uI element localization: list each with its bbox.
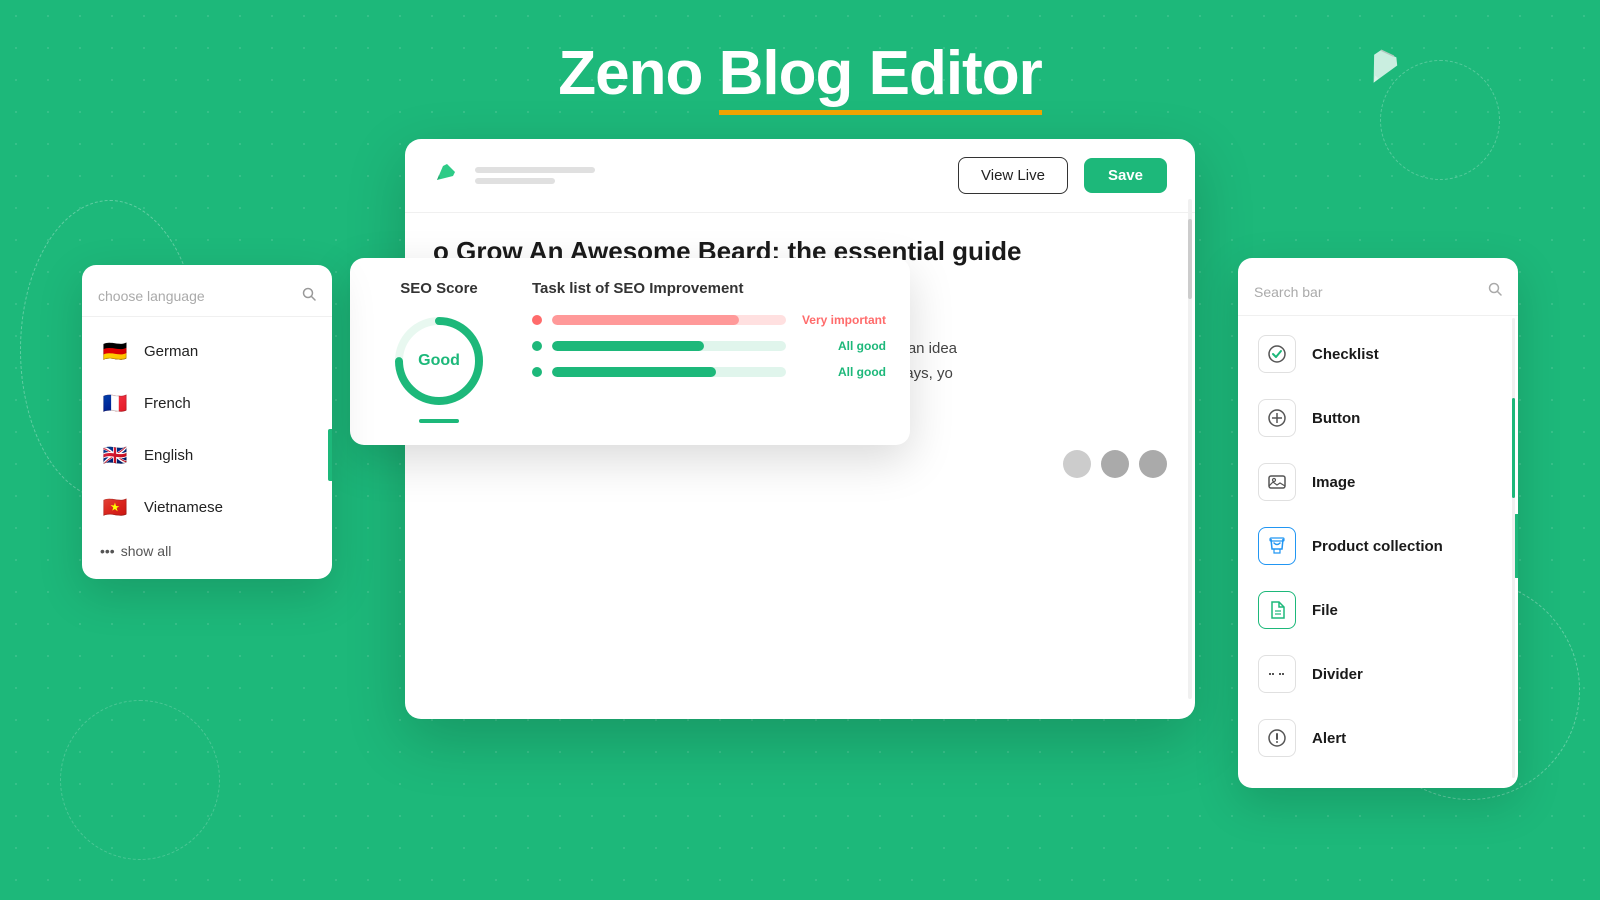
language-dropdown: choose language 🇩🇪 German 🇫🇷 French 🇬🇧 E…	[82, 265, 332, 579]
footer-dot-2	[1101, 450, 1129, 478]
english-label: English	[144, 447, 193, 464]
widget-item-product-collection[interactable]: Product collection	[1238, 514, 1518, 578]
editor-scrollbar-thumb[interactable]	[1188, 219, 1192, 299]
task-bar-bg-3	[552, 367, 786, 377]
divider-label: Divider	[1312, 666, 1363, 683]
alert-icon	[1258, 719, 1296, 757]
toolbar-line-2	[475, 178, 555, 184]
divider-icon	[1258, 655, 1296, 693]
french-label: French	[144, 395, 191, 412]
checklist-label: Checklist	[1312, 346, 1379, 363]
english-flag: 🇬🇧	[100, 440, 130, 470]
seo-bar-indicator	[419, 419, 459, 423]
vietnamese-flag: 🇻🇳	[100, 492, 130, 522]
task-dot-1	[532, 315, 542, 325]
german-flag: 🇩🇪	[100, 336, 130, 366]
task-bar-fill-2	[552, 341, 704, 351]
product-collection-label: Product collection	[1312, 538, 1443, 555]
language-item-german[interactable]: 🇩🇪 German	[82, 325, 332, 377]
widget-scrollbar[interactable]	[1512, 318, 1515, 778]
seo-tasks-section: Task list of SEO Improvement Very import…	[532, 280, 886, 423]
vietnamese-label: Vietnamese	[144, 499, 223, 516]
show-all-languages[interactable]: ••• show all	[82, 533, 332, 569]
seo-score-label: Good	[418, 352, 460, 370]
task-row-3: All good	[532, 365, 886, 379]
product-collection-icon	[1258, 527, 1296, 565]
show-all-dots: •••	[100, 543, 115, 559]
task-bar-fill-3	[552, 367, 716, 377]
widget-item-divider[interactable]: Divider	[1238, 642, 1518, 706]
seo-title: SEO Score	[374, 280, 504, 297]
language-search-row: choose language	[82, 281, 332, 317]
seo-task-title: Task list of SEO Improvement	[532, 280, 886, 297]
header: Zeno Blog Editor	[0, 0, 1600, 139]
view-live-button[interactable]: View Live	[958, 157, 1068, 194]
task-dot-3	[532, 367, 542, 377]
german-label: German	[144, 343, 198, 360]
widget-scrollbar-thumb[interactable]	[1512, 398, 1515, 498]
toolbar-line-1	[475, 167, 595, 173]
seo-score-section: SEO Score Good	[374, 280, 504, 423]
widget-item-checklist[interactable]: Checklist	[1238, 322, 1518, 386]
button-icon	[1258, 399, 1296, 437]
widget-search-icon[interactable]	[1488, 282, 1502, 301]
save-button[interactable]: Save	[1084, 158, 1167, 193]
seo-circle-chart: Good	[389, 311, 489, 411]
task-bar-bg-2	[552, 341, 786, 351]
toolbar-decoration	[475, 167, 595, 184]
editor-scrollbar[interactable]	[1188, 199, 1192, 699]
widget-item-button[interactable]: Button	[1238, 386, 1518, 450]
file-label: File	[1312, 602, 1338, 619]
widget-item-image[interactable]: Image	[1238, 450, 1518, 514]
widget-search-row[interactable]: Search bar	[1238, 276, 1518, 316]
image-label: Image	[1312, 474, 1355, 491]
language-item-english[interactable]: 🇬🇧 English	[82, 429, 332, 481]
seo-card: SEO Score Good Task list of SEO Improvem…	[350, 258, 910, 445]
task-row-2: All good	[532, 339, 886, 353]
widget-search-placeholder: Search bar	[1254, 284, 1478, 300]
button-label: Button	[1312, 410, 1360, 427]
file-icon	[1258, 591, 1296, 629]
widget-panel: Search bar Checklist Button	[1238, 258, 1518, 788]
task-label-3: All good	[796, 365, 886, 379]
pen-icon	[1351, 33, 1419, 106]
task-label-1: Very important	[796, 313, 886, 327]
task-label-2: All good	[796, 339, 886, 353]
language-item-french[interactable]: 🇫🇷 French	[82, 377, 332, 429]
footer-dot-1	[1063, 450, 1091, 478]
language-item-vietnamese[interactable]: 🇻🇳 Vietnamese	[82, 481, 332, 533]
footer-dot-3	[1139, 450, 1167, 478]
editor-toolbar: View Live Save	[405, 139, 1195, 213]
image-icon	[1258, 463, 1296, 501]
page-title: Zeno Blog Editor	[558, 38, 1041, 109]
language-search-icon[interactable]	[302, 287, 316, 304]
editor-logo	[433, 160, 459, 192]
widget-item-alert[interactable]: Alert	[1238, 706, 1518, 770]
alert-label: Alert	[1312, 730, 1346, 747]
task-bar-bg-1	[552, 315, 786, 325]
show-all-label: show all	[121, 543, 172, 559]
task-bar-fill-1	[552, 315, 739, 325]
language-search-placeholder: choose language	[98, 288, 205, 304]
editor-footer	[405, 440, 1195, 492]
checklist-icon	[1258, 335, 1296, 373]
widget-item-file[interactable]: File	[1238, 578, 1518, 642]
french-flag: 🇫🇷	[100, 388, 130, 418]
task-dot-2	[532, 341, 542, 351]
task-row-1: Very important	[532, 313, 886, 327]
